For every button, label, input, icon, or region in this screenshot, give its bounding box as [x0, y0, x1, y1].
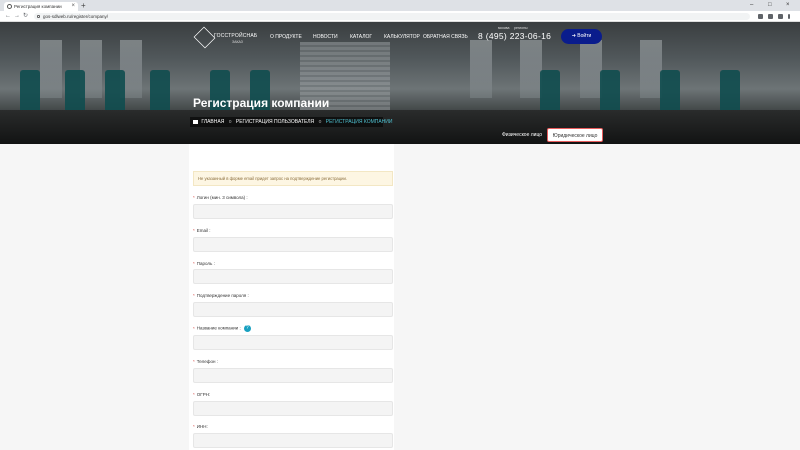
ogrn-label: * ОГРН: [193, 392, 210, 397]
content-area [0, 144, 800, 450]
hero-window [640, 40, 662, 98]
company-name-label: * Название компании :? [193, 325, 251, 332]
browser-menu-icon[interactable] [788, 14, 790, 19]
breadcrumb-separator: o [318, 119, 322, 125]
menu-item-feedback[interactable]: Обратная связь [423, 34, 468, 40]
extensions-puzzle-icon[interactable] [768, 14, 773, 19]
close-window-button[interactable]: × [786, 0, 790, 11]
browser-tab[interactable]: Регистрация компании × [4, 2, 78, 11]
hero-desk [0, 110, 800, 144]
back-button[interactable]: ← [5, 11, 11, 22]
inn-label: * ИНН: [193, 424, 208, 429]
lock-icon [37, 15, 40, 18]
menu-item-calculator[interactable]: Калькулятор [384, 34, 420, 40]
field-label: Телефон : [196, 359, 218, 364]
tab-close-icon[interactable]: × [71, 2, 75, 11]
url-text: gos-sdlweb.ru/register/company/ [43, 14, 109, 19]
company-name-input[interactable] [193, 335, 393, 350]
required-mark: * [193, 228, 195, 233]
password-confirm-input[interactable] [193, 302, 393, 317]
field-label: Подтверждение пароля : [196, 293, 249, 298]
phone-label: * Телефон : [193, 359, 218, 364]
hero-chair [20, 70, 40, 114]
menu-item-product[interactable]: О продукте [270, 34, 302, 40]
tab-title: Регистрация компании [14, 4, 62, 9]
browser-toolbar: ← → ↻ gos-sdlweb.ru/register/company/ [0, 11, 800, 22]
hero-chair [660, 70, 680, 114]
extension-icon[interactable] [758, 14, 763, 19]
required-mark: * [193, 325, 195, 331]
field-label: Пароль : [196, 261, 215, 266]
field-label: ИНН: [196, 424, 208, 429]
browser-tabstrip: Регистрация компании × + – □ × [0, 0, 800, 11]
phone-input[interactable] [193, 368, 393, 383]
menu-item-catalog[interactable]: Каталог [350, 34, 372, 40]
hero-banner [0, 22, 800, 144]
maximize-button[interactable]: □ [768, 0, 772, 11]
hero-window [520, 40, 542, 98]
logo-text[interactable]: ГОССТРОЙСНАБ [214, 33, 257, 39]
login-label: * Логин (мин. 3 символа) : [193, 195, 248, 200]
password-confirm-label: * Подтверждение пароля : [193, 293, 249, 298]
help-icon[interactable]: ? [243, 325, 251, 332]
breadcrumb-separator: o [228, 119, 232, 125]
hero-window [580, 40, 602, 98]
required-mark: * [193, 392, 195, 397]
login-button[interactable]: ➜ Войти [561, 29, 602, 44]
hero-chair [600, 70, 620, 114]
new-tab-button[interactable]: + [81, 1, 86, 10]
profile-icon[interactable] [778, 14, 783, 19]
reload-button[interactable]: ↻ [23, 11, 28, 22]
hero-window [40, 40, 62, 98]
phone-caption-moscow: москва [498, 26, 510, 30]
login-label: Войти [577, 33, 592, 39]
hero-chair [150, 70, 170, 114]
hero-chair [720, 70, 740, 114]
hero-chair [65, 70, 85, 114]
breadcrumb: ГЛАВНАЯ o РЕГИСТРАЦИЯ ПОЛЬЗОВАТЕЛЯ o РЕГ… [190, 117, 392, 127]
tab-legal-entity[interactable]: Юридическое лицо [547, 128, 603, 142]
menu-item-news[interactable]: Новости [313, 34, 338, 40]
logo-subtext: ЗАКАЗ [232, 40, 243, 44]
field-label: ОГРН: [196, 392, 211, 397]
address-bar[interactable]: gos-sdlweb.ru/register/company/ [34, 13, 750, 20]
page-title: Регистрация компании [193, 96, 330, 110]
breadcrumb-home[interactable]: ГЛАВНАЯ [201, 119, 224, 125]
hero-chair [540, 70, 560, 114]
forward-button[interactable]: → [14, 11, 20, 22]
required-mark: * [193, 293, 195, 298]
home-icon [193, 119, 198, 124]
phone-caption-regions: регионы [514, 26, 528, 30]
tab-individual[interactable]: Физическое лицо [498, 128, 546, 142]
hero-window [470, 40, 492, 98]
password-label: * Пароль : [193, 261, 215, 266]
phone-number[interactable]: 8 (495) 223-06-16 [478, 31, 551, 41]
favicon-icon [7, 4, 12, 9]
inn-input[interactable] [193, 433, 393, 448]
email-label: * Email : [193, 228, 211, 233]
required-mark: * [193, 424, 195, 429]
hero-chair [105, 70, 125, 114]
required-mark: * [193, 261, 195, 266]
minimize-button[interactable]: – [750, 0, 753, 11]
required-mark: * [193, 195, 195, 200]
required-mark: * [193, 359, 195, 364]
field-label: Название компании : [196, 325, 241, 331]
password-input[interactable] [193, 269, 393, 284]
breadcrumb-user-registration[interactable]: РЕГИСТРАЦИЯ ПОЛЬЗОВАТЕЛЯ [236, 119, 314, 125]
registration-notice: Не указанный в форме email придет запрос… [193, 171, 393, 186]
email-input[interactable] [193, 237, 393, 252]
field-label: Логин (мин. 3 символа) : [196, 195, 248, 200]
login-input[interactable] [193, 204, 393, 219]
ogrn-input[interactable] [193, 401, 393, 416]
breadcrumb-current: РЕГИСТРАЦИЯ КОМПАНИИ [325, 119, 393, 125]
field-label: Email : [196, 228, 211, 233]
